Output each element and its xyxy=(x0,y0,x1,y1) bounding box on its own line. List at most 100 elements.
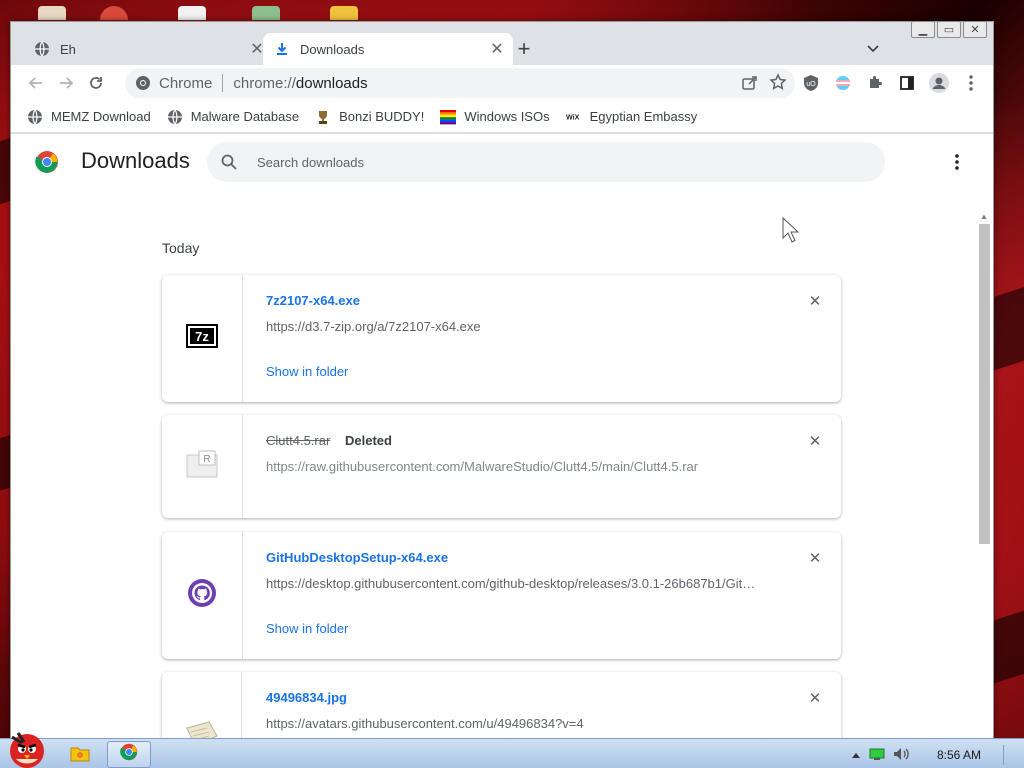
remove-item-close-icon[interactable]: ✕ xyxy=(807,293,823,310)
folder-icon[interactable] xyxy=(70,744,90,762)
download-filename: Clutt4.5.rar xyxy=(266,433,331,448)
bookmark-egyptian-embassy[interactable]: WiX Egyptian Embassy xyxy=(566,109,698,125)
forward-button[interactable] xyxy=(51,68,81,98)
download-filename-link[interactable]: 49496834.jpg xyxy=(266,690,347,705)
minimize-button[interactable]: ▁ xyxy=(911,21,935,38)
file-icon-column xyxy=(162,672,242,738)
show-hidden-icons-icon[interactable] xyxy=(851,748,861,762)
search-downloads-box[interactable] xyxy=(207,142,885,182)
volume-icon[interactable] xyxy=(893,747,911,764)
desktop-icon[interactable] xyxy=(38,6,66,20)
date-section-label: Today xyxy=(162,240,200,256)
omnibox-actions xyxy=(741,73,787,95)
file-icon-column: 7z xyxy=(162,275,243,402)
bookmark-bonzi-buddy[interactable]: Bonzi BUDDY! xyxy=(315,109,424,125)
image-file-icon xyxy=(185,720,219,738)
download-item: GitHubDesktopSetup-x64.exe https://deskt… xyxy=(162,532,841,659)
tab-title: Eh xyxy=(60,41,76,57)
bookmark-memz-download[interactable]: MEMZ Download xyxy=(27,109,151,125)
system-tray: 8:56 AM xyxy=(851,745,1014,765)
svg-text:R: R xyxy=(203,454,210,465)
ublock-icon[interactable]: uO xyxy=(795,68,827,98)
tab-eh[interactable]: Eh ✕ xyxy=(23,33,273,65)
scroll-up-arrow-icon[interactable]: ▲ xyxy=(977,210,991,222)
download-filename-link[interactable]: GitHubDesktopSetup-x64.exe xyxy=(266,550,448,565)
bookmarks-bar: MEMZ Download Malware Database Bonzi BUD… xyxy=(11,101,993,133)
desktop-icon[interactable] xyxy=(100,6,128,20)
desktop-icon[interactable] xyxy=(330,6,358,20)
profile-avatar-icon[interactable] xyxy=(923,68,955,98)
chrome-window: Eh ✕ Downloads ✕ + ▁ ▭ ✕ Chrome chrome:/… xyxy=(10,21,994,739)
omnibox-separator xyxy=(222,74,224,92)
globe-icon xyxy=(27,109,43,125)
search-icon xyxy=(221,154,241,170)
desktop-icon[interactable] xyxy=(252,6,280,20)
deleted-status-label: Deleted xyxy=(345,433,392,448)
bookmark-malware-database[interactable]: Malware Database xyxy=(167,109,299,125)
taskbar-clock[interactable]: 8:56 AM xyxy=(937,748,981,762)
globe-icon xyxy=(34,41,50,57)
show-in-folder-link[interactable]: Show in folder xyxy=(266,621,348,636)
remove-item-close-icon[interactable]: ✕ xyxy=(807,690,823,707)
rainbow-flag-icon xyxy=(440,109,457,125)
pride-extension-icon[interactable] xyxy=(827,68,859,98)
file-icon-column xyxy=(162,532,243,659)
wix-icon: WiX xyxy=(566,109,582,125)
chrome-icon xyxy=(120,743,138,766)
download-item: 7z 7z2107-x64.exe https://d3.7-zip.org/a… xyxy=(162,275,841,402)
tab-search-chevron-icon[interactable] xyxy=(862,38,884,60)
chrome-logo-icon xyxy=(35,150,59,174)
download-source-url[interactable]: https://avatars.githubusercontent.com/u/… xyxy=(266,716,766,731)
download-source-url[interactable]: https://raw.githubusercontent.com/Malwar… xyxy=(266,459,766,474)
puzzle-extensions-icon[interactable] xyxy=(859,68,891,98)
scrollbar-thumb[interactable] xyxy=(979,224,990,544)
github-icon xyxy=(187,578,217,613)
desktop-icon[interactable] xyxy=(178,6,206,20)
download-filename-link[interactable]: 7z2107-x64.exe xyxy=(266,293,360,308)
chrome-menu-icon[interactable] xyxy=(955,68,987,98)
chrome-site-icon xyxy=(135,75,151,91)
share-icon[interactable] xyxy=(741,73,759,95)
tab-downloads[interactable]: Downloads ✕ xyxy=(263,33,513,65)
show-desktop-button[interactable] xyxy=(1003,745,1014,765)
bookmark-label: Bonzi BUDDY! xyxy=(339,109,425,124)
close-window-button[interactable]: ✕ xyxy=(963,21,987,38)
search-downloads-input[interactable] xyxy=(255,153,859,171)
reload-button[interactable] xyxy=(81,68,111,98)
network-icon[interactable] xyxy=(869,747,885,764)
bookmark-windows-isos[interactable]: Windows ISOs xyxy=(440,109,550,125)
bookmark-star-icon[interactable] xyxy=(769,73,787,95)
maximize-button[interactable]: ▭ xyxy=(937,21,961,38)
svg-text:uO: uO xyxy=(806,81,816,88)
address-bar[interactable]: Chrome chrome://downloads xyxy=(125,68,795,98)
url-host: downloads xyxy=(295,74,368,92)
7zip-icon: 7z xyxy=(186,324,218,353)
download-icon xyxy=(274,41,290,57)
svg-text:WiX: WiX xyxy=(566,113,580,121)
download-source-url[interactable]: https://d3.7-zip.org/a/7z2107-x64.exe xyxy=(266,319,766,334)
tab-close-icon[interactable]: ✕ xyxy=(487,39,507,59)
download-item: R Clutt4.5.rar Deleted https://raw.githu… xyxy=(162,415,841,518)
new-tab-button[interactable]: + xyxy=(511,36,537,62)
start-button-angry-bird-icon[interactable] xyxy=(6,729,48,768)
url-scheme: chrome:// xyxy=(233,74,296,92)
more-options-icon[interactable] xyxy=(945,150,969,174)
globe-icon xyxy=(167,109,183,125)
page-scrollbar[interactable]: ▲ ▼ xyxy=(977,210,991,738)
remove-item-close-icon[interactable]: ✕ xyxy=(807,433,823,450)
toolbar: Chrome chrome://downloads uO xyxy=(11,65,993,101)
show-in-folder-link[interactable]: Show in folder xyxy=(266,364,348,379)
downloads-page: Downloads Today 7z 7z2107-x64.exe https:… xyxy=(11,134,993,738)
remove-item-close-icon[interactable]: ✕ xyxy=(807,550,823,567)
download-source-url[interactable]: https://desktop.githubusercontent.com/gi… xyxy=(266,576,766,591)
taskbar-chrome-button[interactable] xyxy=(107,741,151,768)
tab-title: Downloads xyxy=(300,41,365,57)
taskbar: 8:56 AM xyxy=(0,732,1024,768)
bookmark-label: Windows ISOs xyxy=(464,109,550,124)
page-title: Downloads xyxy=(81,148,190,173)
downloads-header: Downloads xyxy=(11,134,993,190)
bookmark-label: MEMZ Download xyxy=(51,109,151,124)
back-button[interactable] xyxy=(21,68,51,98)
mouse-cursor-icon xyxy=(782,216,800,248)
side-panel-icon[interactable] xyxy=(891,68,923,98)
